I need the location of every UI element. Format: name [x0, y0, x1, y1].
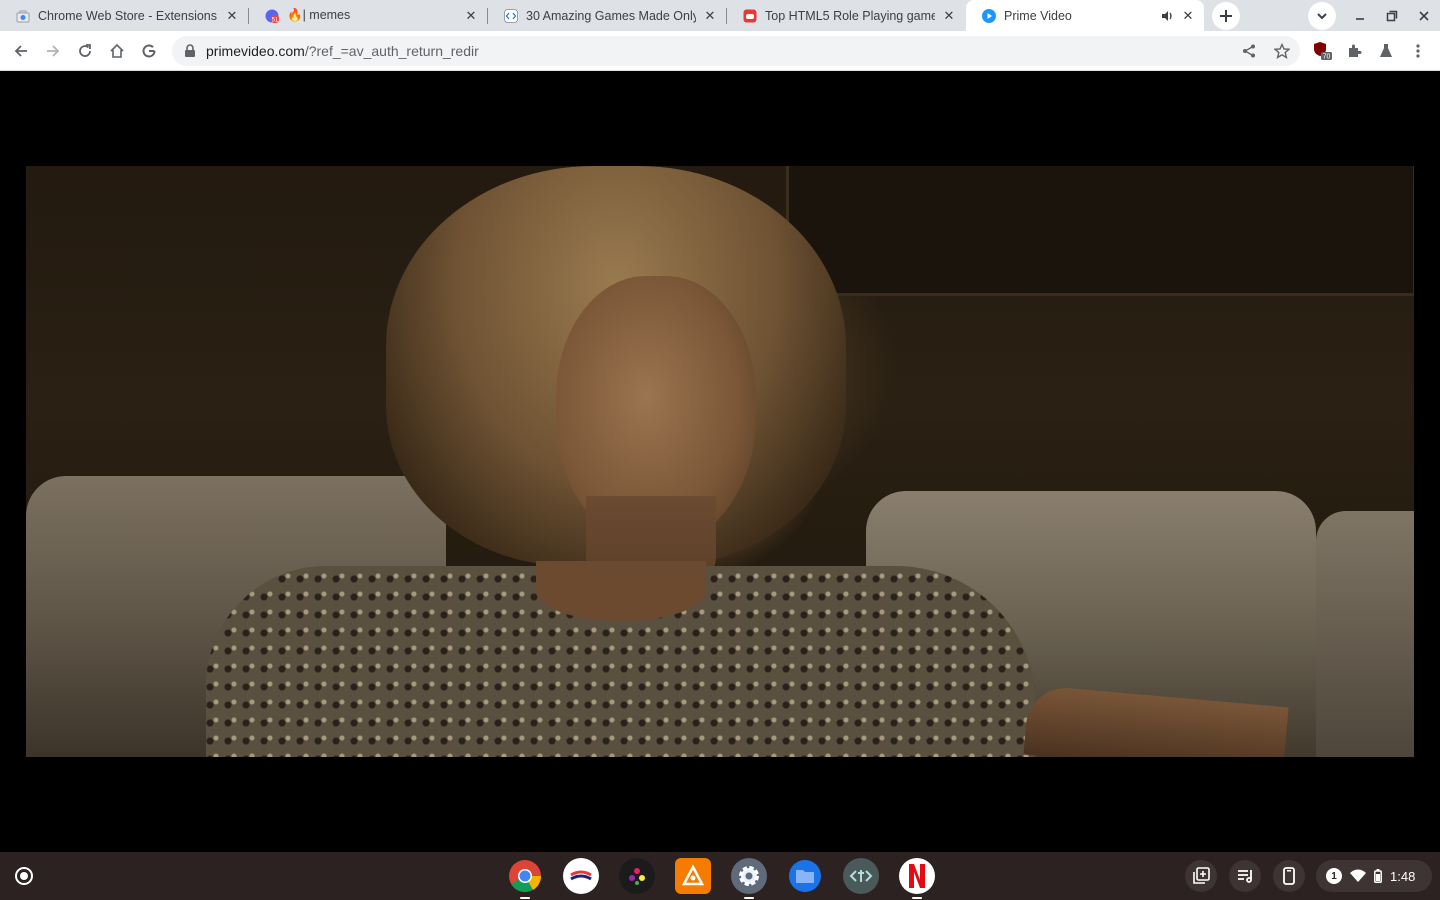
shelf-app-orange[interactable] — [675, 858, 711, 894]
shelf-app-dark[interactable] — [619, 858, 655, 894]
url-path: /?ref_=av_auth_return_redir — [304, 43, 479, 59]
system-shelf: 1 1:48 — [0, 852, 1440, 900]
code-icon — [504, 8, 518, 23]
url-text: primevideo.com/?ref_=av_auth_return_redi… — [206, 43, 479, 59]
video-player[interactable] — [26, 166, 1414, 757]
tab-title: 🔥| memes — [287, 8, 351, 22]
video-frame-scene — [1316, 511, 1414, 757]
tab-html5-rpg[interactable]: Top HTML5 Role Playing games ✕ — [727, 0, 965, 31]
close-icon[interactable]: ✕ — [702, 8, 718, 24]
minimize-button[interactable] — [1348, 4, 1372, 28]
puzzle-icon — [1349, 44, 1362, 57]
restore-button[interactable] — [1380, 4, 1404, 28]
url-host: primevideo.com — [206, 43, 305, 59]
arrow-right-icon — [47, 45, 60, 57]
status-area[interactable]: 1 1:48 — [1316, 860, 1432, 892]
close-icon[interactable]: ✕ — [941, 8, 957, 24]
more-vert-icon — [1416, 44, 1420, 58]
game-icon — [743, 9, 757, 22]
chevron-down-icon — [1317, 13, 1327, 20]
minimize-icon — [1356, 18, 1364, 20]
netflix-icon — [909, 864, 925, 888]
back-button[interactable] — [7, 37, 35, 65]
triangle-icon — [681, 864, 705, 886]
running-indicator — [520, 897, 530, 899]
tab-prime-video[interactable]: Prime Video ✕ — [966, 0, 1204, 31]
restore-icon — [1386, 10, 1398, 22]
shelf-app-settings[interactable] — [731, 858, 767, 899]
plus-icon — [1220, 10, 1232, 22]
text-editor-icon — [849, 870, 873, 882]
playlist-icon — [1238, 870, 1252, 883]
shelf-app-paint[interactable] — [563, 858, 599, 894]
screenshot-icon — [1193, 867, 1210, 884]
home-button[interactable] — [103, 37, 131, 65]
google-button[interactable] — [135, 37, 163, 65]
menu-button[interactable] — [1404, 37, 1432, 65]
tab-title: 30 Amazing Games Made Only W — [526, 8, 696, 23]
notification-count: 1 — [1326, 868, 1342, 884]
close-window-button[interactable] — [1412, 4, 1436, 28]
page-content — [0, 71, 1440, 852]
dots-icon — [629, 868, 645, 885]
close-icon[interactable]: ✕ — [1180, 8, 1196, 24]
extension-ublock-button[interactable]: 70 — [1308, 37, 1336, 65]
tab-title: Prime Video — [1004, 8, 1072, 23]
shelf-app-text[interactable] — [843, 858, 879, 894]
launcher-button[interactable] — [8, 860, 40, 892]
tray-media-button[interactable] — [1229, 860, 1261, 892]
tab-badge: 51 — [272, 17, 279, 22]
prime-video-icon — [982, 8, 996, 23]
address-bar[interactable]: primevideo.com/?ref_=av_auth_return_redi… — [172, 36, 1300, 66]
tab-title: Top HTML5 Role Playing games — [765, 8, 935, 23]
star-icon[interactable] — [1274, 43, 1290, 59]
tab-memes[interactable]: 51 🔥| memes ✕ — [249, 0, 487, 31]
phone-icon — [1283, 867, 1295, 885]
close-icon — [1419, 11, 1429, 21]
shelf-app-files[interactable] — [787, 858, 823, 894]
speaker-icon[interactable] — [1160, 9, 1174, 23]
discord-notification-icon: 51 — [265, 9, 279, 23]
running-indicator — [912, 897, 922, 899]
home-icon — [110, 43, 124, 58]
close-icon[interactable]: ✕ — [463, 8, 479, 24]
shelf-app-netflix[interactable] — [899, 858, 935, 899]
reload-icon — [79, 44, 91, 57]
new-tab-button[interactable] — [1212, 2, 1240, 30]
folder-icon — [789, 860, 821, 892]
close-icon[interactable]: ✕ — [224, 8, 240, 24]
shield-icon: 70 — [1314, 42, 1332, 61]
running-indicator — [744, 897, 754, 899]
tab-chrome-web-store[interactable]: Chrome Web Store - Extensions ✕ — [0, 0, 248, 31]
reload-button[interactable] — [71, 37, 99, 65]
gear-icon — [739, 866, 759, 886]
video-frame-scene — [536, 561, 706, 621]
tab-title: Chrome Web Store - Extensions — [38, 8, 218, 23]
browser-toolbar: primevideo.com/?ref_=av_auth_return_redi… — [0, 31, 1440, 71]
tray-holding-space-button[interactable] — [1185, 860, 1217, 892]
tab-strip: Chrome Web Store - Extensions ✕ 51 🔥| me… — [0, 0, 1440, 31]
video-frame-scene — [786, 166, 1414, 296]
tray-phone-hub-button[interactable] — [1273, 860, 1305, 892]
flask-icon — [1380, 44, 1392, 57]
launcher-icon — [17, 869, 31, 883]
tab-search-button[interactable] — [1308, 2, 1336, 30]
shelf-app-chrome[interactable] — [507, 858, 543, 899]
battery-icon — [1374, 869, 1382, 883]
chrome-icon — [509, 860, 542, 893]
wifi-icon — [1350, 869, 1366, 882]
labs-button[interactable] — [1372, 37, 1400, 65]
lock-icon[interactable] — [184, 44, 196, 58]
share-icon[interactable] — [1242, 44, 1256, 58]
arrow-left-icon — [14, 45, 27, 57]
tab-amazing-games[interactable]: 30 Amazing Games Made Only W ✕ — [488, 0, 726, 31]
forward-button[interactable] — [39, 37, 67, 65]
chrome-web-store-icon — [16, 10, 30, 22]
google-icon — [142, 44, 156, 58]
clock-time: 1:48 — [1390, 868, 1416, 884]
extensions-button[interactable] — [1340, 37, 1368, 65]
paint-icon — [570, 870, 592, 881]
extension-badge: 70 — [1323, 54, 1331, 61]
